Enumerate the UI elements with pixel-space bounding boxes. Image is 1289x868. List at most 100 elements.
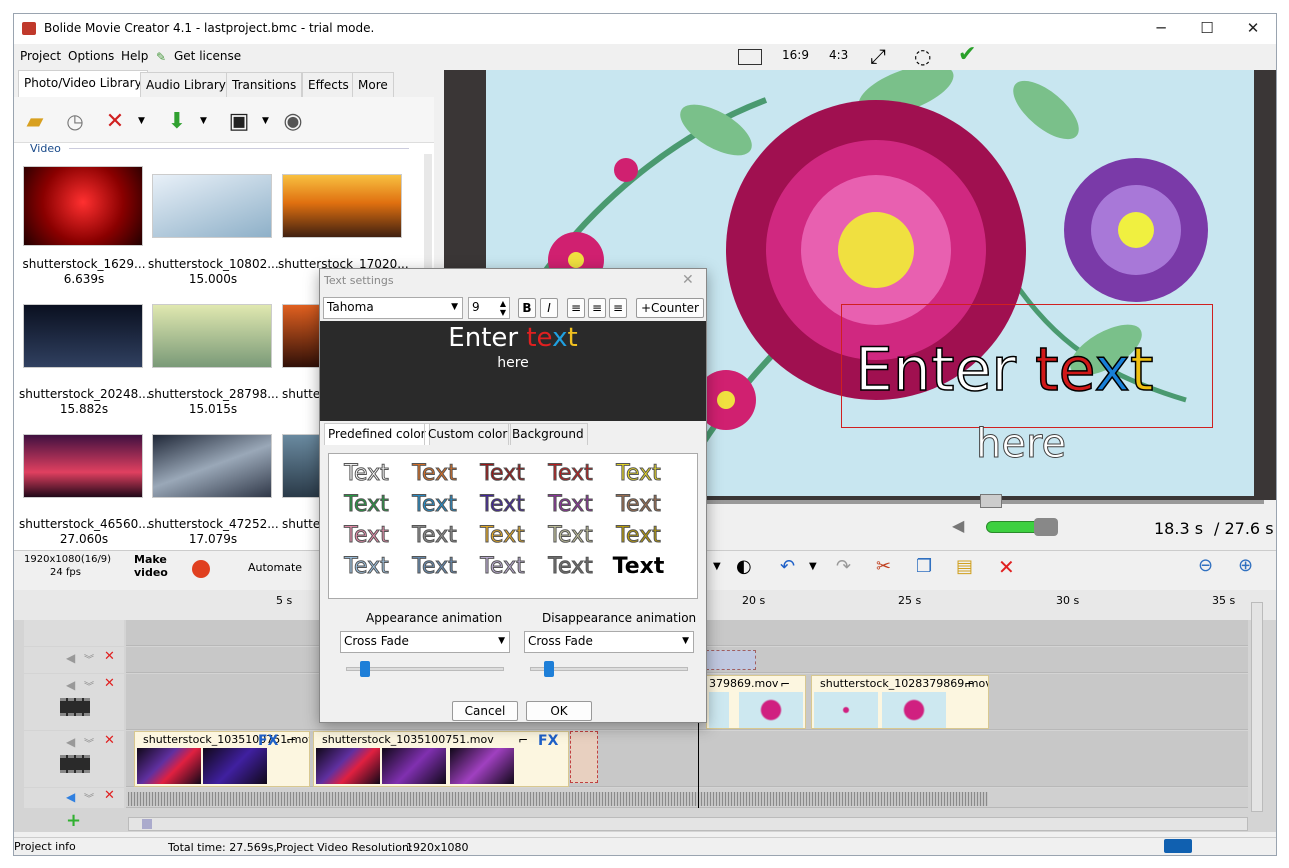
volume-knob[interactable]: [1034, 518, 1058, 536]
video-clip[interactable]: shutterstock_1035100751.mov: [313, 731, 569, 787]
video-thumbnail[interactable]: [152, 304, 272, 368]
dropdown-arrow-icon[interactable]: ▼: [713, 561, 721, 572]
fx-icon[interactable]: FX: [538, 733, 558, 749]
collapse-icon[interactable]: ︾: [84, 678, 94, 693]
hscroll-thumb[interactable]: [142, 819, 152, 829]
zoom-out-icon[interactable]: ⊖: [1198, 555, 1213, 576]
menu-get-license[interactable]: Get license: [174, 49, 241, 63]
remove-track-icon[interactable]: ✕: [104, 788, 115, 803]
mute-icon[interactable]: ◀: [66, 735, 75, 749]
tab-audio-library[interactable]: Audio Library: [140, 72, 232, 97]
undo-icon[interactable]: ↶: [780, 556, 795, 577]
video-thumbnail[interactable]: [23, 304, 143, 368]
film-icon[interactable]: ▣: [224, 106, 254, 136]
tab-transitions[interactable]: Transitions: [226, 72, 303, 97]
brightness-icon[interactable]: ◐: [736, 556, 752, 577]
video-clip[interactable]: shutterstock_1035100751.mov: [134, 731, 310, 787]
color-preset-sample[interactable]: Text: [606, 490, 671, 520]
preview-text-line1[interactable]: Enter text: [854, 339, 1154, 401]
crop-icon[interactable]: ⌐: [964, 677, 974, 691]
color-preset-sample[interactable]: Text: [538, 552, 603, 582]
crop-icon[interactable]: ⌐: [780, 677, 790, 691]
delete-dropdown-icon[interactable]: ▼: [138, 116, 145, 126]
transition-clip[interactable]: [570, 731, 598, 783]
paste-icon[interactable]: ▤: [956, 556, 973, 577]
automate-button[interactable]: Automate: [248, 561, 302, 574]
color-preset-sample[interactable]: Text: [538, 490, 603, 520]
appearance-select[interactable]: Cross Fade ▼: [340, 631, 510, 653]
collapse-icon[interactable]: ︾: [84, 790, 94, 805]
maximize-button[interactable]: ☐: [1184, 14, 1230, 44]
video-thumbnail[interactable]: [152, 174, 272, 238]
stepper-down-icon[interactable]: ▼: [500, 308, 506, 317]
copy-icon[interactable]: ❐: [916, 556, 932, 577]
redo-icon[interactable]: ↷: [836, 556, 851, 577]
tab-photo-video-library[interactable]: Photo/Video Library: [18, 70, 148, 97]
timeline-hscrollbar[interactable]: [128, 817, 1248, 831]
minimize-button[interactable]: ─: [1138, 14, 1184, 44]
tab-more[interactable]: More: [352, 72, 394, 97]
color-preset-sample[interactable]: Text: [334, 521, 399, 551]
color-preset-sample[interactable]: Text: [470, 459, 535, 489]
text-clip[interactable]: [706, 650, 756, 670]
audio-volume-icon[interactable]: ◀: [66, 790, 75, 804]
collapse-icon[interactable]: ︾: [84, 651, 94, 666]
open-folder-icon[interactable]: ▰: [20, 106, 50, 136]
delete-icon[interactable]: ✕: [100, 106, 130, 136]
disappearance-select[interactable]: Cross Fade ▼: [524, 631, 694, 653]
align-right-button[interactable]: ≡: [609, 298, 627, 318]
italic-button[interactable]: I: [540, 298, 558, 318]
make-video-label2[interactable]: video: [134, 566, 168, 579]
color-preset-sample[interactable]: Text: [402, 459, 467, 489]
tab-custom-color[interactable]: Custom color: [424, 423, 512, 445]
tab-predefined-color[interactable]: Predefined color: [324, 423, 430, 445]
preview-text-line2[interactable]: here: [975, 424, 1066, 465]
video-thumbnail[interactable]: [282, 174, 402, 238]
color-preset-sample[interactable]: Text: [606, 521, 671, 551]
color-preset-sample[interactable]: Text: [334, 490, 399, 520]
tab-effects[interactable]: Effects: [302, 72, 355, 97]
download-dropdown-icon[interactable]: ▼: [200, 116, 207, 126]
zoom-in-icon[interactable]: ⊕: [1238, 555, 1253, 576]
circle-crop-icon[interactable]: ◌: [914, 44, 931, 68]
video-clip[interactable]: shutterstock_1028379869.mov: [811, 675, 989, 729]
menu-project[interactable]: Project: [20, 49, 61, 63]
apply-check-icon[interactable]: ✔: [958, 42, 976, 67]
color-preset-sample[interactable]: Text: [470, 521, 535, 551]
mute-icon[interactable]: ◀: [66, 651, 75, 665]
project-info[interactable]: Project info: [14, 840, 76, 853]
color-preset-sample[interactable]: Text: [334, 552, 399, 582]
aspect-4-3-button[interactable]: 4:3: [829, 48, 848, 62]
video-thumbnail[interactable]: [23, 434, 143, 498]
video-thumbnail[interactable]: [282, 434, 322, 498]
color-preset-sample[interactable]: Text: [334, 459, 399, 489]
counter-button[interactable]: +Counter: [636, 298, 704, 318]
make-video-label1[interactable]: Make: [134, 553, 167, 566]
volume-icon[interactable]: ◀: [952, 516, 964, 535]
aspect-free-icon[interactable]: [738, 49, 762, 65]
color-preset-sample[interactable]: Text: [470, 490, 535, 520]
disappearance-slider-knob[interactable]: [544, 661, 554, 677]
color-preset-sample[interactable]: Text: [538, 521, 603, 551]
delete-clip-icon[interactable]: ✕: [998, 555, 1015, 579]
remove-track-icon[interactable]: ✕: [104, 733, 115, 748]
align-center-button[interactable]: ≡: [588, 298, 606, 318]
download-icon[interactable]: ⬇: [162, 106, 192, 136]
tab-background[interactable]: Background: [508, 423, 588, 445]
add-track-icon[interactable]: +: [66, 810, 81, 831]
font-select[interactable]: Tahoma ▼: [323, 297, 463, 319]
fx-icon[interactable]: FX: [258, 733, 278, 749]
color-preset-sample[interactable]: Text: [606, 552, 671, 582]
close-button[interactable]: ✕: [1230, 14, 1276, 44]
stepper-up-icon[interactable]: ▲: [500, 299, 506, 308]
cut-icon[interactable]: ✂: [876, 556, 891, 577]
aspect-16-9-button[interactable]: 16:9: [782, 48, 809, 62]
clock-icon[interactable]: ◷: [60, 106, 90, 136]
timeline-vscrollbar[interactable]: [1251, 602, 1263, 812]
crop-icon[interactable]: ⌐: [518, 733, 528, 747]
cancel-button[interactable]: Cancel: [452, 701, 518, 721]
color-preset-sample[interactable]: Text: [402, 552, 467, 582]
menu-help[interactable]: Help: [121, 49, 148, 63]
fullscreen-icon[interactable]: ⤢: [870, 44, 886, 68]
video-thumbnail[interactable]: [282, 304, 322, 368]
